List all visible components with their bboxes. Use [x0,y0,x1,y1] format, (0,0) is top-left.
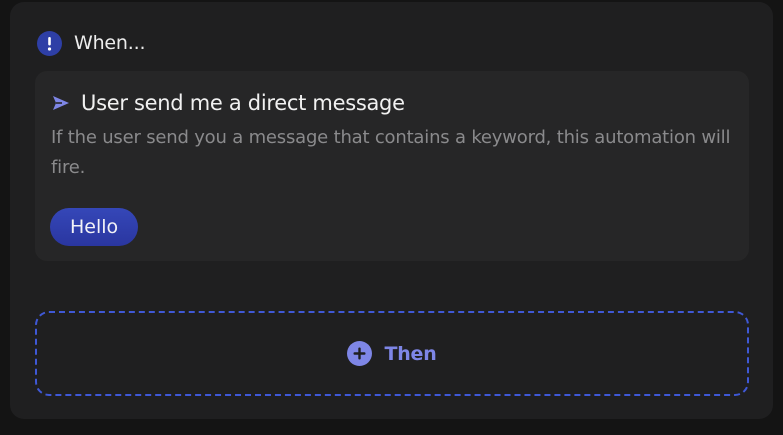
plus-icon [347,341,373,366]
trigger-card[interactable]: User send me a direct message If the use… [35,71,749,261]
then-label: Then [384,342,437,365]
automation-card: When... User send me a direct message If… [10,2,773,419]
when-label: When... [74,32,146,54]
keyword-chip[interactable]: Hello [50,208,139,246]
add-then-action-button[interactable]: Then [35,311,749,396]
trigger-description: If the user send you a message that cont… [51,127,731,178]
send-icon [51,93,71,113]
trigger-title: User send me a direct message [81,91,405,115]
trigger-title-row: User send me a direct message [51,91,405,115]
page-background: When... User send me a direct message If… [0,0,783,435]
when-header: When... [37,30,145,56]
alert-icon [37,30,62,56]
